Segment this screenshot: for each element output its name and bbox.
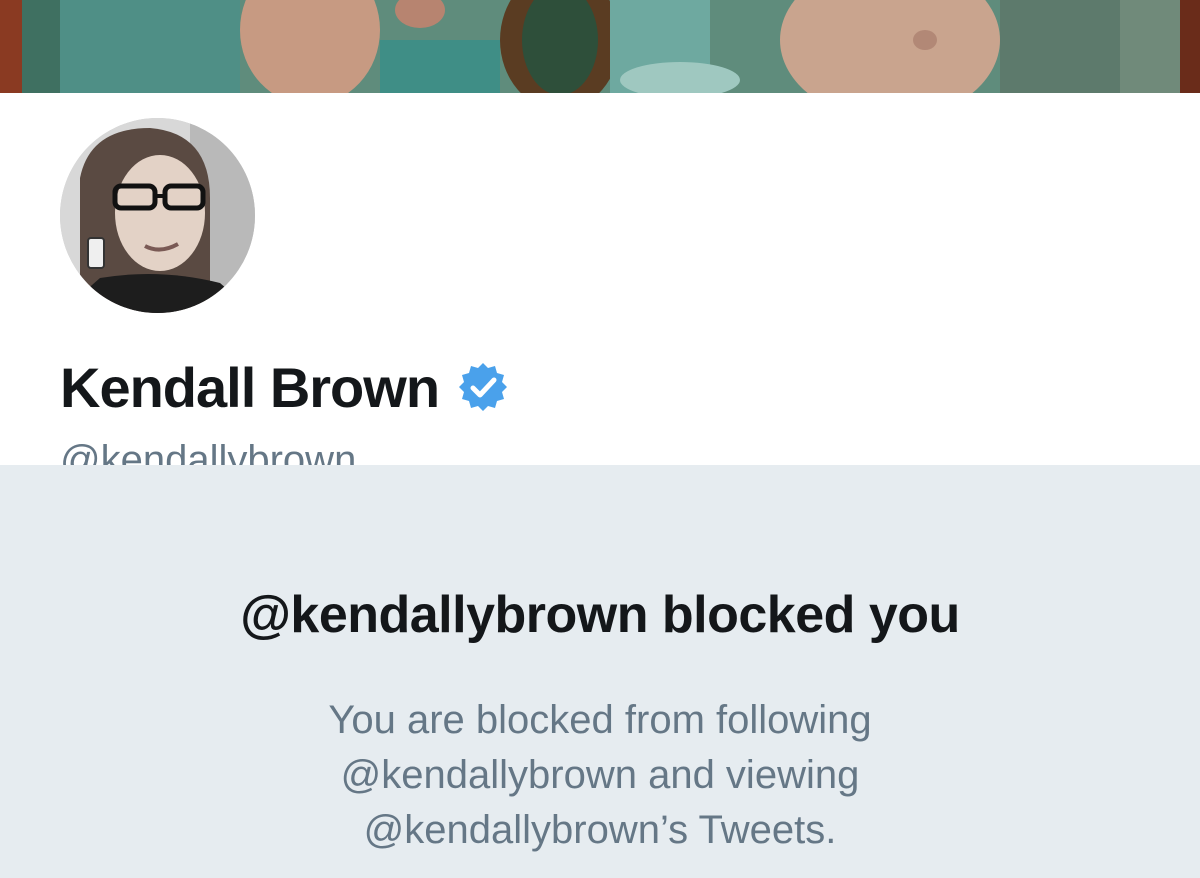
- avatar[interactable]: [50, 108, 265, 323]
- blocked-title: @kendallybrown blocked you: [240, 586, 960, 644]
- display-name: Kendall Brown: [60, 355, 440, 419]
- profile-header: Kendall Brown @kendallybrown: [0, 93, 1200, 482]
- blocked-notice: @kendallybrown blocked you You are block…: [0, 465, 1200, 878]
- header-banner-image[interactable]: [0, 0, 1200, 93]
- avatar-photo: [60, 118, 255, 313]
- verified-badge-icon: [457, 361, 509, 413]
- profile-name-row: Kendall Brown: [60, 355, 509, 419]
- blocked-message: You are blocked from following @kendally…: [328, 698, 872, 852]
